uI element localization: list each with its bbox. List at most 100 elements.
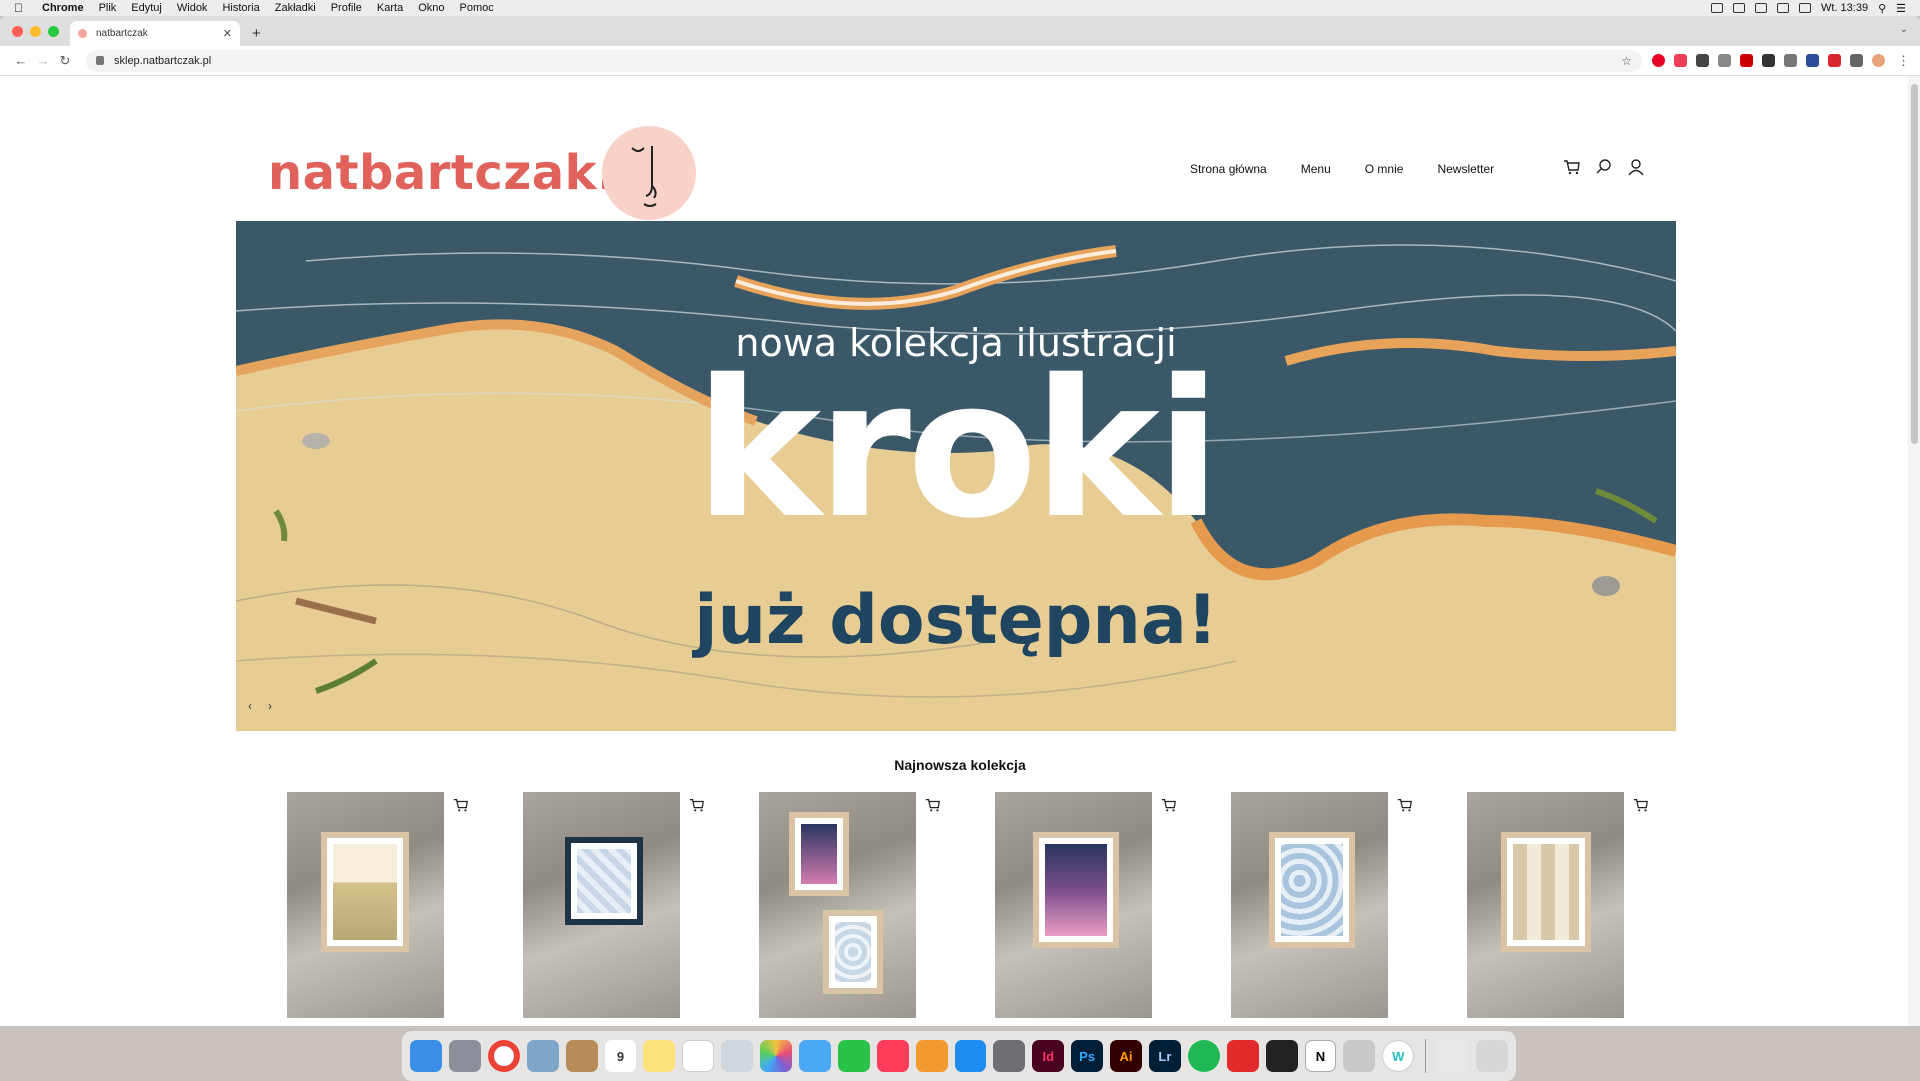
product-card[interactable] bbox=[287, 792, 474, 1018]
pinterest-extension-icon[interactable] bbox=[1652, 54, 1665, 67]
menu-app-name[interactable]: Chrome bbox=[42, 2, 84, 14]
nav-menu[interactable]: Menu bbox=[1301, 162, 1331, 176]
add-to-cart-button[interactable] bbox=[448, 792, 474, 818]
extension-icon[interactable] bbox=[1762, 54, 1775, 67]
spotlight-icon[interactable]: ⚲ bbox=[1878, 2, 1886, 15]
cart-icon[interactable] bbox=[1563, 158, 1581, 176]
slider-prev-icon[interactable]: ‹ bbox=[244, 699, 256, 713]
url-text[interactable]: sklep.natbartczak.pl bbox=[114, 55, 211, 67]
menu-karta[interactable]: Karta bbox=[377, 2, 403, 14]
preview-icon[interactable] bbox=[526, 1040, 559, 1072]
photoshop-icon[interactable]: Ps bbox=[1071, 1040, 1104, 1072]
launchpad-icon[interactable] bbox=[448, 1040, 481, 1072]
extension-icon[interactable] bbox=[1806, 54, 1819, 67]
nav-strona-glowna[interactable]: Strona główna bbox=[1190, 162, 1267, 176]
messages-icon[interactable] bbox=[798, 1040, 831, 1072]
kindle-icon[interactable] bbox=[1265, 1040, 1298, 1072]
notes-icon[interactable] bbox=[643, 1040, 676, 1072]
menu-pomoc[interactable]: Pomoc bbox=[459, 2, 493, 14]
acrobat-reader-icon[interactable] bbox=[1226, 1040, 1259, 1072]
close-window-button[interactable] bbox=[12, 26, 23, 37]
chrome-icon[interactable] bbox=[487, 1040, 520, 1072]
zoom-window-button[interactable] bbox=[48, 26, 59, 37]
acrobat-extension-icon[interactable] bbox=[1740, 54, 1753, 67]
user-icon[interactable] bbox=[1627, 158, 1645, 176]
product-card[interactable] bbox=[1231, 792, 1418, 1018]
battery-icon[interactable] bbox=[1798, 3, 1811, 13]
browser-menu-icon[interactable]: ⋮ bbox=[1897, 53, 1910, 69]
control-center-icon[interactable]: ☰ bbox=[1896, 2, 1906, 15]
files-icon[interactable] bbox=[1437, 1040, 1470, 1072]
menu-okno[interactable]: Okno bbox=[418, 2, 444, 14]
extension-icon[interactable] bbox=[1696, 54, 1709, 67]
page-scrollbar[interactable] bbox=[1908, 76, 1920, 1026]
finder-icon[interactable] bbox=[410, 1040, 442, 1072]
scrollbar-thumb[interactable] bbox=[1911, 84, 1918, 444]
wifi-icon[interactable] bbox=[1776, 3, 1789, 13]
wunderlist-icon[interactable]: W bbox=[1382, 1040, 1415, 1072]
extension-icon[interactable] bbox=[1784, 54, 1797, 67]
product-card[interactable] bbox=[759, 792, 946, 1018]
nav-newsletter[interactable]: Newsletter bbox=[1437, 162, 1494, 176]
close-tab-icon[interactable]: ✕ bbox=[223, 27, 232, 40]
menu-plik[interactable]: Plik bbox=[99, 2, 117, 14]
pocket-extension-icon[interactable] bbox=[1674, 54, 1687, 67]
spotify-icon[interactable] bbox=[1187, 1040, 1220, 1072]
browser-tab[interactable]: natbartczak ✕ bbox=[70, 21, 240, 46]
illustrator-icon[interactable]: Ai bbox=[1110, 1040, 1142, 1072]
menu-edytuj[interactable]: Edytuj bbox=[131, 2, 162, 14]
back-arrow-icon[interactable]: ← bbox=[10, 53, 32, 68]
framed-print bbox=[565, 837, 643, 925]
books-icon[interactable] bbox=[915, 1040, 948, 1072]
extension-icon[interactable] bbox=[1828, 54, 1841, 67]
slider-next-icon[interactable]: › bbox=[264, 699, 276, 713]
status-icon[interactable] bbox=[1732, 3, 1745, 13]
new-tab-button[interactable]: + bbox=[252, 25, 261, 42]
site-logo[interactable]: natbartczak. bbox=[268, 126, 696, 220]
system-preferences-icon[interactable] bbox=[993, 1040, 1026, 1072]
lock-icon[interactable] bbox=[96, 56, 104, 65]
calendar-icon[interactable]: 9 bbox=[604, 1040, 637, 1072]
menu-widok[interactable]: Widok bbox=[177, 2, 208, 14]
cart-icon bbox=[689, 799, 704, 812]
bookmark-star-icon[interactable]: ☆ bbox=[1621, 54, 1632, 68]
indesign-icon[interactable]: Id bbox=[1032, 1040, 1065, 1072]
menu-profile[interactable]: Profile bbox=[331, 2, 362, 14]
image-capture-icon[interactable] bbox=[721, 1040, 754, 1072]
add-to-cart-button[interactable] bbox=[684, 792, 710, 818]
product-card[interactable] bbox=[523, 792, 710, 1018]
photos-icon[interactable] bbox=[760, 1040, 792, 1072]
notion-icon[interactable]: N bbox=[1304, 1040, 1337, 1072]
add-to-cart-button[interactable] bbox=[1628, 792, 1654, 818]
lightroom-icon[interactable]: Lr bbox=[1148, 1040, 1181, 1072]
minimize-window-button[interactable] bbox=[30, 26, 41, 37]
add-to-cart-button[interactable] bbox=[920, 792, 946, 818]
profile-avatar[interactable] bbox=[1872, 54, 1885, 67]
menu-historia[interactable]: Historia bbox=[222, 2, 259, 14]
product-card[interactable] bbox=[995, 792, 1182, 1018]
reload-icon[interactable]: ↻ bbox=[54, 53, 76, 69]
search-icon[interactable] bbox=[1595, 158, 1613, 176]
address-bar[interactable]: sklep.natbartczak.pl ☆ bbox=[86, 49, 1642, 72]
app-store-icon[interactable] bbox=[954, 1040, 987, 1072]
trash-icon[interactable] bbox=[1476, 1040, 1508, 1072]
music-icon[interactable] bbox=[876, 1040, 909, 1072]
add-to-cart-button[interactable] bbox=[1156, 792, 1182, 818]
facetime-icon[interactable] bbox=[837, 1040, 870, 1072]
nav-o-mnie[interactable]: O mnie bbox=[1365, 162, 1404, 176]
reminders-icon[interactable] bbox=[682, 1040, 715, 1072]
clock[interactable]: Wt. 13:39 bbox=[1821, 2, 1868, 14]
tab-search-chevron-icon[interactable]: ⌄ bbox=[1900, 24, 1908, 35]
menu-zakladki[interactable]: Zakładki bbox=[275, 2, 316, 14]
status-icon[interactable] bbox=[1710, 3, 1723, 13]
product-card[interactable] bbox=[1467, 792, 1654, 1018]
hero-banner[interactable]: nowa kolekcja ilustracji kroki już dostę… bbox=[236, 221, 1676, 731]
extension-icon[interactable] bbox=[1718, 54, 1731, 67]
add-to-cart-button[interactable] bbox=[1392, 792, 1418, 818]
extensions-puzzle-icon[interactable] bbox=[1850, 54, 1863, 67]
status-icon[interactable] bbox=[1754, 3, 1767, 13]
acrobat-icon[interactable] bbox=[1343, 1040, 1376, 1072]
contacts-icon[interactable] bbox=[565, 1040, 598, 1072]
apple-icon[interactable]:  bbox=[14, 1, 28, 15]
forward-arrow-icon[interactable]: → bbox=[32, 53, 54, 68]
